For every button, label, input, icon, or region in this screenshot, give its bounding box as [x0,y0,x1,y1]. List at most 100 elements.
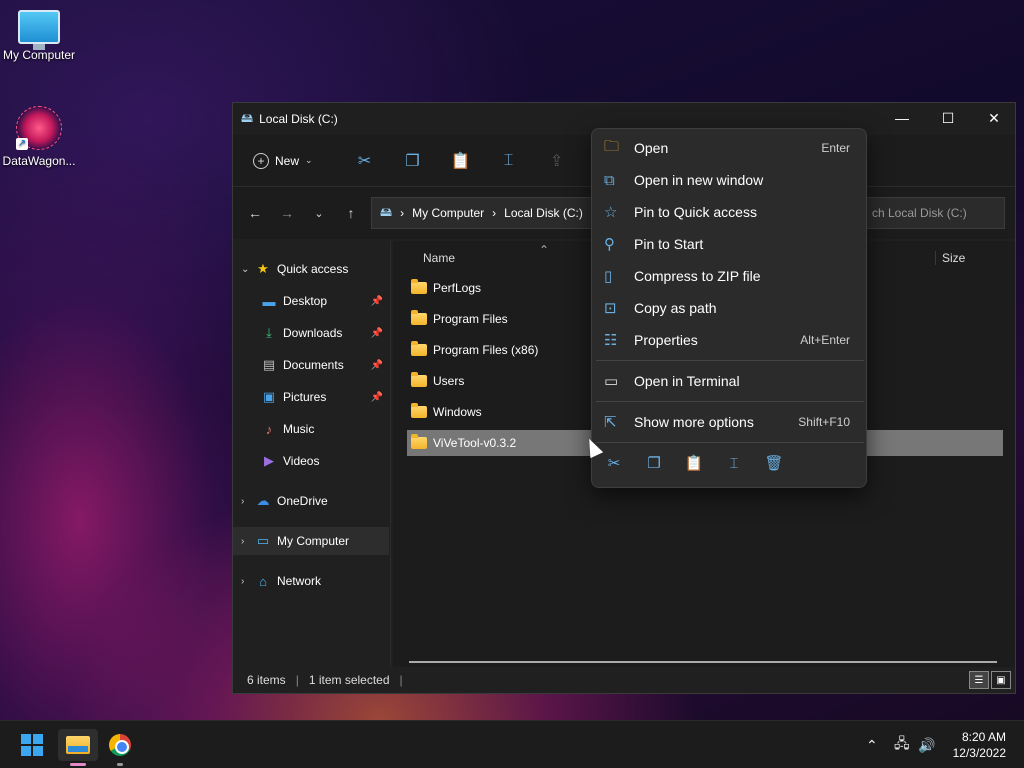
drive-icon: 🖴 [241,110,254,125]
nav-quick-access[interactable]: ⌄ ★ Quick access [233,255,389,283]
start-button[interactable] [12,729,52,761]
shortcut-arrow-icon: ↗ [16,138,28,150]
menu-item-show-more-options[interactable]: ⇱ Show more options Shift+F10 [596,407,864,437]
nav-desktop[interactable]: ▬ Desktop 📌 [233,287,389,315]
back-button[interactable]: ← [239,198,271,228]
minimize-button[interactable]: — [879,103,925,133]
nav-downloads[interactable]: ⤓ Downloads 📌 [233,319,389,347]
delete-icon[interactable]: 🗑 [762,451,786,475]
clock[interactable]: 8:20 AM 12/3/2022 [953,729,1006,761]
sort-ascending-icon: ⌃ [539,243,550,257]
selected-count: 1 item selected [308,673,390,687]
document-icon: ▤ [262,357,276,372]
nav-videos[interactable]: ▶ Videos [233,447,389,475]
new-window-icon: ⧉ [604,171,615,189]
menu-item-open-terminal[interactable]: ▭ Open in Terminal [596,366,864,396]
address-bar[interactable]: 🖴 › My Computer › Local Disk (C:) [371,197,603,229]
list-item[interactable]: Windows [407,399,482,425]
status-divider: | [399,673,403,687]
show-hidden-icons-button[interactable]: ⌃ [866,721,878,768]
taskbar-file-explorer[interactable] [58,729,98,761]
folder-icon [411,341,427,356]
active-indicator [70,763,86,766]
clipboard-icon: 📋 [450,152,471,170]
taskbar-chrome[interactable] [100,729,140,761]
menu-item-properties[interactable]: ☷ Properties Alt+Enter [596,325,864,355]
nav-music[interactable]: ♪ Music [233,415,389,443]
paste-icon[interactable]: 📋 [682,451,706,475]
column-header-size[interactable]: Size [935,251,965,265]
copy-icon[interactable]: ❐ [642,451,666,475]
details-view-icon: ☰ [974,674,984,686]
folder-open-icon: 🗀 [604,137,620,155]
taskbar: ⌃ 🖧 🔊 8:20 AM 12/3/2022 [0,720,1024,768]
menu-item-copy-as-path[interactable]: ⊡ Copy as path [596,293,864,323]
monitor-icon: ▭ [256,533,270,548]
more-options-icon: ⇱ [604,414,617,431]
column-header-name[interactable]: Name [423,251,455,265]
recent-locations-button[interactable]: ⌄ [303,198,335,228]
scissors-icon: ✂ [357,152,372,170]
rename-button[interactable]: ⌶ [485,145,533,177]
context-quick-actions: ✂ ❐ 📋 ⌶ 🗑 [602,451,786,475]
status-divider: | [295,673,299,687]
list-item[interactable]: Users [407,368,464,394]
chevron-up-icon: ⌃ [866,736,878,753]
list-item[interactable]: Program Files (x86) [407,337,538,363]
star-icon: ★ [257,261,269,276]
copy-button[interactable]: ❐ [389,145,437,177]
picture-icon: ▣ [262,389,276,404]
speaker-icon: 🔊 [918,736,936,753]
properties-icon: ☷ [604,332,618,349]
search-input[interactable]: ch Local Disk (C:) [863,197,1005,229]
folder-icon [411,372,427,387]
windows-logo-icon [21,734,43,756]
menu-item-compress-zip[interactable]: ▯ Compress to ZIP file [596,261,864,291]
large-icons-view-button[interactable]: ▣ [991,671,1011,689]
menu-item-open[interactable]: 🗀 Open Enter [596,133,864,163]
paste-button[interactable]: 📋 [437,145,485,177]
up-button[interactable]: ↑ [335,198,367,228]
new-button[interactable]: + New ⌄ [245,145,321,177]
desktop-icon-datawagon[interactable]: ↗ DataWagon... [0,106,78,168]
forward-button[interactable]: → [271,198,303,228]
cut-button[interactable]: ✂ [341,145,389,177]
pin-icon: 📌 [370,391,383,403]
context-menu: 🗀 Open Enter ⧉ Open in new window ☆ Pin … [591,128,867,488]
pin-icon: 📌 [370,359,383,371]
chevron-down-icon: ⌄ [241,263,250,275]
menu-item-pin-start[interactable]: ⚲ Pin to Start [596,229,864,259]
download-icon: ⤓ [266,325,272,340]
breadcrumb-my-computer[interactable]: My Computer [412,206,484,220]
clock-date: 12/3/2022 [952,746,1006,760]
share-button[interactable]: ⇪ [533,145,581,177]
maximize-button[interactable]: ☐ [925,103,971,133]
network-icon: 🖧 [894,735,910,751]
nav-pictures[interactable]: ▣ Pictures 📌 [233,383,389,411]
cut-icon[interactable]: ✂ [602,451,626,475]
plus-icon: + [253,152,269,169]
video-icon: ▶ [264,453,274,468]
close-button[interactable]: ✕ [971,103,1017,133]
nav-my-computer[interactable]: › ▭ My Computer [233,527,389,555]
list-item[interactable]: Program Files [407,306,508,332]
nav-onedrive[interactable]: › ☁ OneDrive [233,487,389,515]
details-view-button[interactable]: ☰ [969,671,989,689]
pin-icon: ⚲ [604,236,615,253]
network-status[interactable]: 🖧 [894,721,910,768]
rename-icon[interactable]: ⌶ [722,451,746,475]
breadcrumb-local-disk[interactable]: Local Disk (C:) [504,206,583,220]
horizontal-scrollbar[interactable] [409,661,997,663]
drive-icon: 🖴 [380,204,393,219]
list-item[interactable]: PerfLogs [407,275,481,301]
desktop-icon-my-computer[interactable]: My Computer [0,10,78,62]
menu-separator [596,401,864,402]
nav-documents[interactable]: ▤ Documents 📌 [233,351,389,379]
breadcrumb-separator: › [400,206,405,220]
volume-control[interactable]: 🔊 [918,721,935,768]
file-explorer-icon [66,736,90,754]
nav-network[interactable]: › ⌂ Network [233,567,389,595]
menu-item-open-new-window[interactable]: ⧉ Open in new window [596,165,864,195]
menu-item-pin-quick-access[interactable]: ☆ Pin to Quick access [596,197,864,227]
desktop-icon: ▬ [262,293,276,309]
